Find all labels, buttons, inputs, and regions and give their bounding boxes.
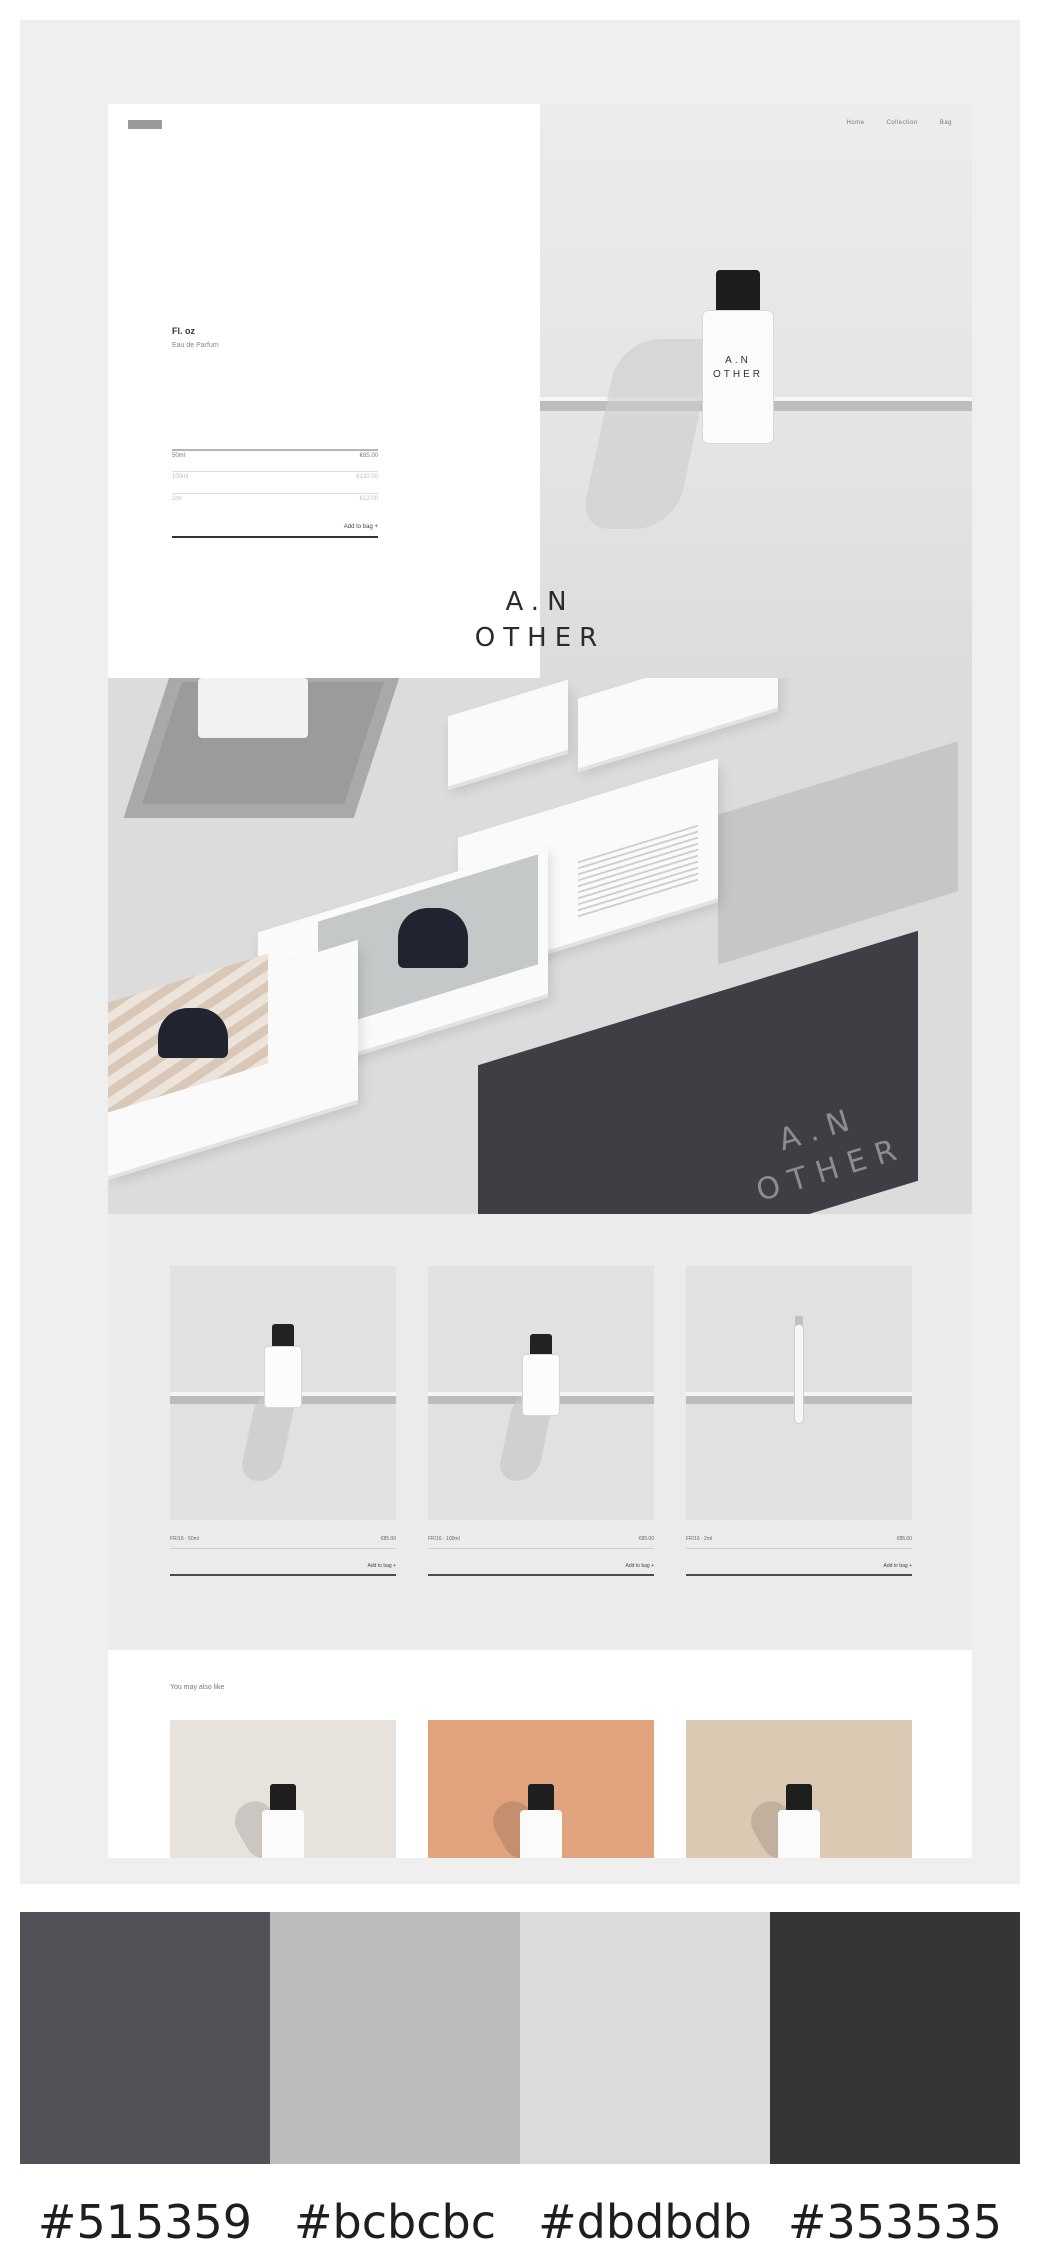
size-option[interactable]: 50ml €85.00 bbox=[172, 449, 378, 471]
bottle-cap bbox=[270, 1784, 296, 1812]
brand-wordmark: A.N OTHER bbox=[108, 584, 972, 656]
website-mockup: A.N OTHER Home Collection Bag Fl. oz Eau… bbox=[108, 104, 972, 1858]
bottle-body bbox=[778, 1810, 820, 1858]
add-to-bag-button[interactable]: Add to bag + bbox=[170, 1563, 396, 1576]
size-option-label: 2ml bbox=[172, 496, 182, 502]
sample-vial bbox=[794, 1324, 804, 1424]
bottle-cap bbox=[528, 1784, 554, 1812]
bottle-body bbox=[262, 1810, 304, 1858]
hero-section: A.N OTHER Home Collection Bag Fl. oz Eau… bbox=[108, 104, 972, 678]
product-subtitle: Eau de Parfum bbox=[172, 342, 219, 349]
nav-collection-link[interactable]: Collection bbox=[886, 120, 917, 126]
add-to-bag-button[interactable]: Add to bag + bbox=[172, 524, 378, 538]
product-photo[interactable] bbox=[170, 1266, 396, 1520]
recommended-section: You may also like bbox=[108, 1650, 972, 1858]
color-code: #dbdbdb bbox=[538, 2195, 752, 2249]
recommended-item[interactable] bbox=[428, 1720, 654, 1858]
model-figure bbox=[398, 908, 468, 968]
product-name: FR/16 · 50ml bbox=[170, 1536, 199, 1542]
product-meta: FR/16 · 100ml €85.00 bbox=[428, 1536, 654, 1549]
add-to-bag-button[interactable]: Add to bag + bbox=[428, 1563, 654, 1576]
product-price: €85.00 bbox=[896, 1536, 912, 1542]
bottle-cap bbox=[786, 1784, 812, 1812]
product-photo[interactable] bbox=[428, 1266, 654, 1520]
size-option-price: €85.00 bbox=[359, 453, 378, 459]
color-code: #353535 bbox=[787, 2195, 1003, 2249]
product-name: FR/16 · 2ml bbox=[686, 1536, 713, 1542]
size-option[interactable]: 100ml €120.00 bbox=[172, 471, 378, 493]
recommended-item[interactable] bbox=[170, 1720, 396, 1858]
brand-wordmark-line2: OTHER bbox=[474, 623, 606, 653]
color-code: #515359 bbox=[37, 2195, 253, 2249]
bottle-label-line2: OTHER bbox=[713, 369, 763, 380]
product-meta: FR/16 · 2ml €85.00 bbox=[686, 1536, 912, 1549]
bottle-body bbox=[522, 1354, 560, 1416]
size-option-label: 100ml bbox=[172, 474, 189, 480]
bottle-cap bbox=[716, 270, 760, 314]
business-card bbox=[578, 678, 778, 769]
product-name: FR/16 · 100ml bbox=[428, 1536, 460, 1542]
bottle-shadow bbox=[579, 339, 716, 529]
bottle-cap bbox=[272, 1324, 294, 1348]
stationery-banner: A.N OTHER bbox=[108, 678, 972, 1214]
business-card bbox=[448, 679, 568, 787]
product-photo[interactable] bbox=[686, 1266, 912, 1520]
color-swatch bbox=[270, 1912, 520, 2164]
brand-wordmark-line1: A.N bbox=[505, 587, 575, 617]
add-to-bag-button[interactable]: Add to bag + bbox=[686, 1563, 912, 1576]
recommended-item[interactable] bbox=[686, 1720, 912, 1858]
size-option-label: 50ml bbox=[172, 453, 186, 459]
color-swatch bbox=[20, 1912, 270, 2164]
bottle-label-line1: A.N bbox=[725, 355, 751, 366]
top-nav: Home Collection Bag bbox=[846, 120, 952, 126]
product-price: €85.00 bbox=[380, 1536, 396, 1542]
perfume-bottle: A.N OTHER bbox=[702, 270, 774, 444]
recommended-title: You may also like bbox=[170, 1684, 225, 1691]
product-meta: FR/16 · 50ml €85.00 bbox=[170, 1536, 396, 1549]
box-bottle bbox=[198, 678, 308, 738]
bottle-body bbox=[520, 1810, 562, 1858]
size-option-price: €12.00 bbox=[359, 496, 378, 502]
product-card[interactable]: FR/16 · 50ml €85.00 Add to bag + bbox=[170, 1266, 396, 1576]
nav-home-link[interactable]: Home bbox=[846, 120, 864, 126]
site-logo[interactable] bbox=[128, 120, 162, 129]
color-swatch bbox=[770, 1912, 1020, 2164]
color-code: #bcbcbc bbox=[293, 2195, 496, 2249]
product-price: €85.00 bbox=[638, 1536, 654, 1542]
bottle-body bbox=[264, 1346, 302, 1408]
size-option[interactable]: 2ml €12.00 bbox=[172, 493, 378, 515]
color-codes: #515359 #bcbcbc #dbdbdb #353535 bbox=[20, 2194, 1020, 2250]
color-palette bbox=[20, 1912, 1020, 2164]
color-swatch bbox=[520, 1912, 770, 2164]
product-card[interactable]: FR/16 · 100ml €85.00 Add to bag + bbox=[428, 1266, 654, 1576]
bottle-label: A.N OTHER bbox=[710, 354, 766, 382]
model-figure bbox=[158, 1008, 228, 1058]
size-options: 50ml €85.00 100ml €120.00 2ml €12.00 bbox=[172, 449, 378, 515]
mockup-frame: A.N OTHER Home Collection Bag Fl. oz Eau… bbox=[20, 20, 1020, 1884]
product-grid: FR/16 · 50ml €85.00 Add to bag + FR/16 ·… bbox=[108, 1214, 972, 1650]
product-title: Fl. oz bbox=[172, 326, 195, 336]
product-card[interactable]: FR/16 · 2ml €85.00 Add to bag + bbox=[686, 1266, 912, 1576]
nav-bag-link[interactable]: Bag bbox=[940, 120, 952, 126]
size-option-price: €120.00 bbox=[356, 474, 378, 480]
grey-envelope bbox=[718, 741, 958, 965]
